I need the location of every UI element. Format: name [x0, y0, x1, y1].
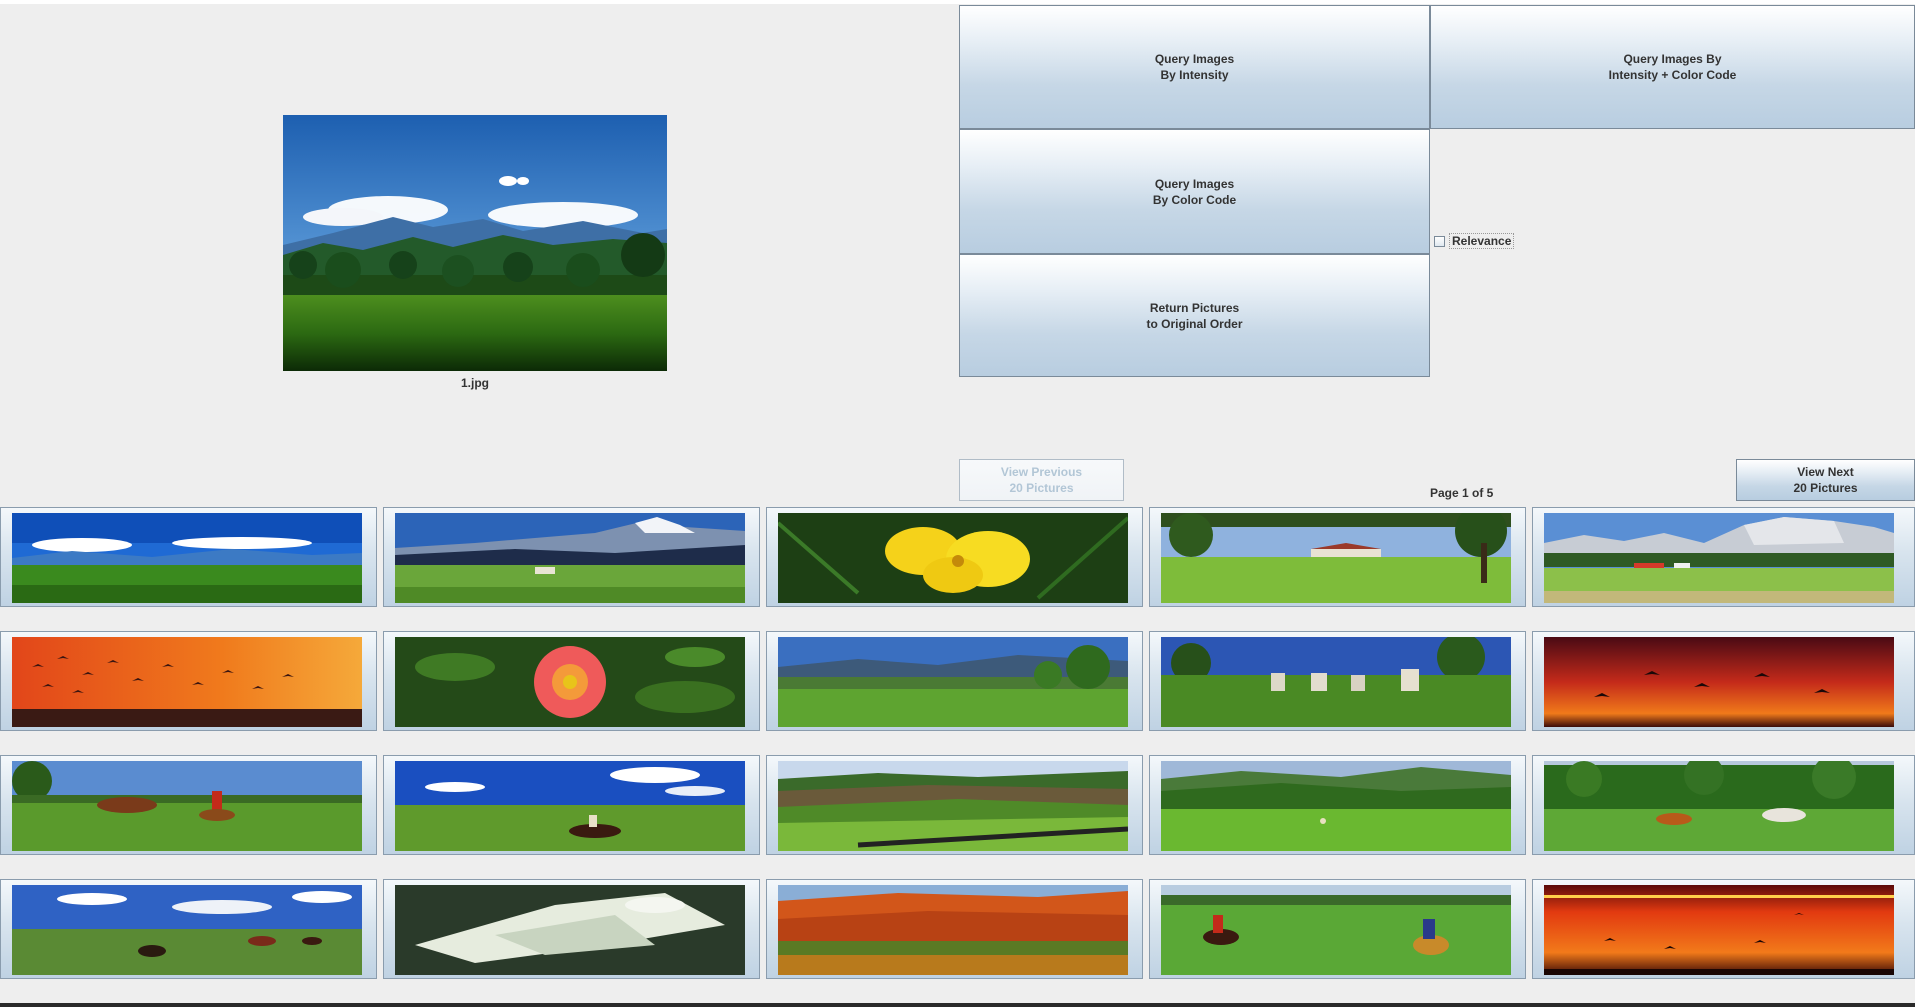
thumbnail-image — [395, 885, 745, 975]
button-label-line-1: View Previous — [1000, 465, 1083, 479]
thumbnail-12[interactable] — [383, 755, 760, 855]
preview-image — [283, 115, 667, 371]
thumbnail-20[interactable] — [1532, 879, 1915, 979]
thumbnail-image — [1161, 761, 1511, 851]
query-by-color-button[interactable]: Query Images By Color Code — [959, 129, 1430, 254]
relevance-checkbox[interactable] — [1434, 235, 1445, 247]
thumbnail-13[interactable] — [766, 755, 1143, 855]
button-label-line-2: 20 Pictures — [1793, 481, 1858, 495]
query-by-intensity-button[interactable]: Query Images By Intensity — [959, 5, 1430, 129]
return-original-order-button[interactable]: Return Pictures to Original Order — [959, 254, 1430, 377]
button-label-line-2: 20 Pictures — [1009, 481, 1074, 495]
window-bottom-edge — [0, 1003, 1915, 1007]
thumbnail-image — [12, 637, 362, 727]
preview-filename: 1.jpg — [460, 376, 489, 390]
thumbnail-8[interactable] — [766, 631, 1143, 731]
top-strip — [0, 0, 1915, 4]
thumbnail-2[interactable] — [383, 507, 760, 607]
button-label-line-2: Intensity + Color Code — [1608, 68, 1737, 82]
button-label-line-1: Query Images — [1154, 176, 1235, 191]
button-label-line-1: View Next — [1797, 465, 1854, 479]
thumbnail-image — [1161, 885, 1511, 975]
button-label-line-2: By Intensity — [1160, 68, 1229, 82]
thumbnail-image — [1544, 885, 1894, 975]
thumbnail-7[interactable] — [383, 631, 760, 731]
thumbnail-image — [12, 885, 362, 975]
thumbnail-1[interactable] — [0, 507, 377, 607]
page-indicator: Page 1 of 5 — [1430, 486, 1494, 500]
thumbnail-4[interactable] — [1149, 507, 1526, 607]
thumbnail-image — [1544, 637, 1894, 727]
thumbnail-image — [395, 761, 745, 851]
thumbnail-image — [778, 761, 1128, 851]
thumbnail-9[interactable] — [1149, 631, 1526, 731]
thumbnail-image — [1161, 513, 1511, 603]
thumbnail-image — [778, 637, 1128, 727]
query-by-intensity-color-button[interactable]: Query Images By Intensity + Color Code — [1430, 5, 1915, 129]
view-next-button[interactable]: View Next 20 Pictures — [1736, 459, 1915, 501]
view-previous-button[interactable]: View Previous 20 Pictures — [959, 459, 1124, 501]
thumbnail-3[interactable] — [766, 507, 1143, 607]
thumbnail-image — [1544, 761, 1894, 851]
thumbnail-17[interactable] — [383, 879, 760, 979]
button-label-line-1: Query Images By — [1623, 52, 1722, 66]
thumbnail-image — [1544, 513, 1894, 603]
thumbnail-6[interactable] — [0, 631, 377, 731]
thumbnail-16[interactable] — [0, 879, 377, 979]
thumbnail-image — [1161, 637, 1511, 727]
thumbnail-image — [12, 761, 362, 851]
thumbnail-19[interactable] — [1149, 879, 1526, 979]
thumbnail-18[interactable] — [766, 879, 1143, 979]
button-label-line-1: Return Pictures — [1149, 300, 1240, 315]
relevance-label: Relevance — [1449, 233, 1515, 249]
thumbnail-image — [12, 513, 362, 603]
thumbnail-11[interactable] — [0, 755, 377, 855]
button-label-line-1: Query Images — [1154, 52, 1235, 66]
thumbnail-image — [395, 637, 745, 727]
relevance-checkbox-row[interactable]: Relevance — [1434, 232, 1515, 250]
thumbnail-14[interactable] — [1149, 755, 1526, 855]
button-label-line-2: By Color Code — [1152, 192, 1237, 207]
thumbnail-image — [778, 885, 1128, 975]
thumbnail-5[interactable] — [1532, 507, 1915, 607]
thumbnail-image — [395, 513, 745, 603]
thumbnail-15[interactable] — [1532, 755, 1915, 855]
button-label-line-2: to Original Order — [1146, 316, 1243, 331]
thumbnail-10[interactable] — [1532, 631, 1915, 731]
thumbnail-image — [778, 513, 1128, 603]
